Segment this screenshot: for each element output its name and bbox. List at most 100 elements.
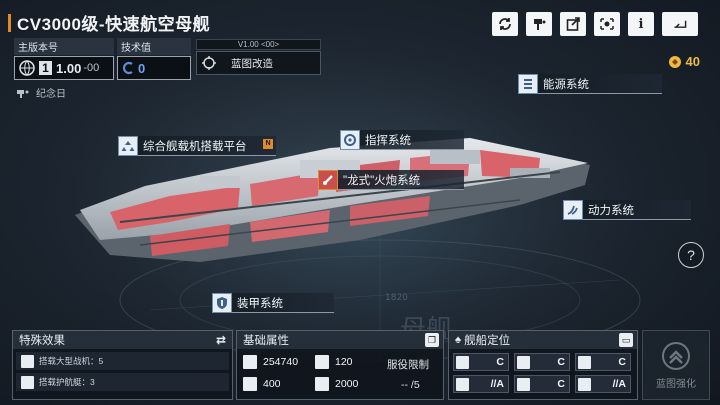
anti-air-icon xyxy=(456,355,469,369)
service-limit-label: 服役限制 xyxy=(387,359,429,371)
memorial-label: 纪念日 xyxy=(36,89,66,100)
info-icon: i xyxy=(638,16,644,32)
carrier-badge: N xyxy=(263,139,273,149)
memorial-icon xyxy=(17,89,29,98)
power-icon xyxy=(563,199,583,220)
service-limit-value: -- /5 xyxy=(401,379,420,391)
escort-icon xyxy=(21,375,34,389)
armor-stat-icon xyxy=(315,355,329,369)
carrier-platform-icon xyxy=(118,135,138,156)
armor-icon xyxy=(212,292,232,313)
version-suffix: -00 xyxy=(83,62,100,74)
anti-ship-icon xyxy=(517,355,530,369)
expand-icon[interactable]: ❐ xyxy=(425,333,439,347)
tech-box: 0 xyxy=(117,56,191,80)
stat-speed-value: 400 xyxy=(263,378,281,390)
version-index: 1 xyxy=(39,61,52,75)
position-cell: C xyxy=(453,353,509,371)
system-energy[interactable]: 能源系统 xyxy=(518,73,662,94)
version-box: 1 1.00 -00 xyxy=(14,56,114,80)
system-carrier-platform[interactable]: 综合舰载机搭载平台 N xyxy=(118,135,276,156)
aircraft-icon xyxy=(21,354,34,368)
stat-range: 2000 xyxy=(315,377,358,391)
range-icon xyxy=(315,377,329,391)
ship-title: CV3000级-快速航空母舰 xyxy=(17,15,211,34)
position-cell: //A xyxy=(453,375,509,393)
help-button[interactable]: ? xyxy=(678,242,704,268)
enhance-label: 蓝图强化 xyxy=(656,378,696,390)
speed-icon xyxy=(243,377,257,391)
version-value: 1.00 xyxy=(56,60,82,76)
system-armor-label: 装甲系统 xyxy=(237,297,283,310)
info-button[interactable]: i xyxy=(628,12,654,36)
paint-button[interactable] xyxy=(526,12,552,36)
positioning-icon: ♠ xyxy=(455,334,462,346)
system-gun-label: "龙式"火炮系统 xyxy=(343,174,421,187)
position-cell: //A xyxy=(575,375,631,393)
stat-hp-value: 254740 xyxy=(263,356,299,368)
exit-button[interactable] xyxy=(662,12,698,36)
system-armor[interactable]: 装甲系统 xyxy=(212,292,334,313)
currency-value: 40 xyxy=(685,54,700,69)
blueprint-label: 蓝图改造 xyxy=(231,57,273,70)
enhance-icon xyxy=(662,341,690,370)
paint-icon xyxy=(534,19,546,30)
stat-armor: 120 xyxy=(315,355,353,369)
stat-armor-value: 120 xyxy=(335,356,353,368)
effect-item: 搭载大型战机：5 xyxy=(16,352,229,370)
tech-icon xyxy=(122,61,133,75)
swap-icon[interactable]: ⇄ xyxy=(214,333,228,347)
refresh-button[interactable] xyxy=(492,12,518,36)
energy-icon xyxy=(518,73,538,94)
hp-icon xyxy=(243,355,257,369)
position-cell: C xyxy=(514,375,570,393)
effect-item: 搭载护航艇：3 xyxy=(16,373,229,391)
title-accent xyxy=(8,13,11,32)
system-command-label: 指挥系统 xyxy=(365,134,411,147)
tech-label: 技术值 xyxy=(117,38,191,55)
system-gun[interactable]: "龙式"火炮系统 xyxy=(318,169,464,190)
stat-hp: 254740 xyxy=(243,355,298,369)
ship-positioning-panel: ♠ 舰船定位 ▭ C C C //A C //A xyxy=(448,330,638,400)
share-icon xyxy=(566,17,580,31)
share-button[interactable] xyxy=(560,12,586,36)
positioning-title: 舰船定位 xyxy=(464,335,511,347)
support-icon xyxy=(456,377,469,391)
special-effects-panel: 特殊效果 ⇄ 搭载大型战机：5 搭载护航艇：3 xyxy=(12,330,233,400)
version-label: 主版本号 xyxy=(14,38,114,55)
special-effects-title: 特殊效果 xyxy=(19,335,65,347)
system-power-label: 动力系统 xyxy=(588,204,634,217)
globe-icon xyxy=(19,60,35,76)
refresh-icon xyxy=(499,18,511,30)
coin-icon xyxy=(668,55,681,68)
system-energy-label: 能源系统 xyxy=(543,78,589,91)
exit-icon xyxy=(674,20,687,28)
command-icon xyxy=(340,129,360,150)
base-attributes-header: 基础属性 ❐ xyxy=(237,331,443,349)
position-cell: C xyxy=(575,353,631,371)
version-block: 主版本号 1 1.00 -00 xyxy=(14,38,114,80)
siege-icon xyxy=(578,355,591,369)
memorial-day[interactable]: 纪念日 xyxy=(16,85,66,100)
base-attributes-title: 基础属性 xyxy=(243,335,289,347)
card-icon[interactable]: ▭ xyxy=(619,333,633,347)
effect-item-text: 搭载护航艇：3 xyxy=(39,377,95,387)
special-effects-header: 特殊效果 ⇄ xyxy=(13,331,232,349)
positioning-header: ♠ 舰船定位 ▭ xyxy=(449,331,637,349)
blueprint-block[interactable]: V1.00 <00> 蓝图改造 xyxy=(196,39,321,75)
blueprint-enhance-button[interactable]: 蓝图强化 xyxy=(642,330,710,400)
tech-value: 0 xyxy=(138,60,146,76)
stat-speed: 400 xyxy=(243,377,281,391)
gun-icon xyxy=(318,169,338,190)
system-command[interactable]: 指挥系统 xyxy=(340,129,464,150)
system-power[interactable]: 动力系统 xyxy=(563,199,691,220)
stat-range-value: 2000 xyxy=(335,378,359,390)
tech-block: 技术值 0 xyxy=(117,38,191,80)
effect-item-text: 搭载大型战机：5 xyxy=(39,356,104,366)
ship-title-bar: CV3000级-快速航空母舰 xyxy=(8,10,210,35)
blueprint-button[interactable]: 蓝图改造 xyxy=(196,51,321,75)
base-attributes-panel: 基础属性 ❐ 254740 120 400 2000 服役限制 -- /5 xyxy=(236,330,444,400)
help-icon: ? xyxy=(687,247,695,263)
defense-icon xyxy=(517,377,530,391)
view-button[interactable] xyxy=(594,12,620,36)
